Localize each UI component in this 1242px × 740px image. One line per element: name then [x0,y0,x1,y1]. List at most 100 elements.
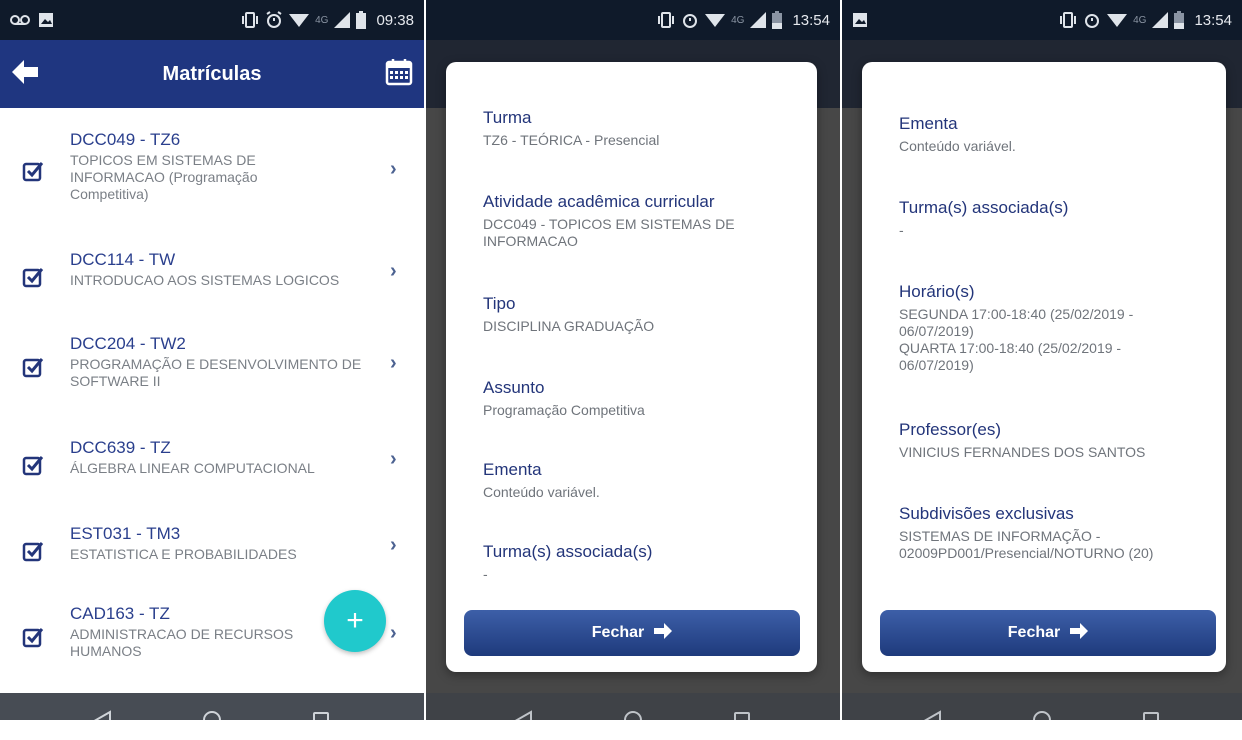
field-label: Turma(s) associada(s) [899,198,1069,217]
field-label: Turma(s) associada(s) [483,542,653,561]
phone-screen-details-1: 4G 13:54 Turma TZ6 - TEÓRICA - Presencia… [426,0,840,720]
course-description: ADMINISTRACAO DE RECURSOS HUMANOS [70,626,294,659]
field-value: DCC049 - TOPICOS EM SISTEMAS DE INFORMAC… [483,216,735,249]
list-item[interactable]: DCC114 - TW INTRODUCAO AOS SISTEMAS LOGI… [0,250,424,300]
arrow-right-icon [1070,622,1089,644]
field-turmas-associadas: Turma(s) associada(s) - [899,198,1199,239]
alarm-icon [681,11,699,29]
field-value: TZ6 - TEÓRICA - Presencial [483,132,660,148]
details-dialog: Turma TZ6 - TEÓRICA - Presencial Ativida… [446,62,817,672]
field-professores: Professor(es) VINICIUS FERNANDES DOS SAN… [899,420,1199,461]
close-button-label: Fechar [591,624,645,641]
close-button[interactable]: Fechar [464,610,800,656]
field-value: - [899,222,904,238]
system-navigation-bar [0,693,424,720]
field-turma: Turma TZ6 - TEÓRICA - Presencial [483,108,783,149]
vibrate-icon [657,11,675,29]
network-type-label: 4G [731,14,745,26]
arrow-right-icon [654,622,673,644]
clock: 09:38 [376,11,414,29]
app-bar: Matrículas [0,40,424,108]
chevron-right-icon: › [390,622,397,644]
nav-home-icon[interactable] [202,710,222,720]
list-item[interactable]: EST031 - TM3 ESTATISTICA E PROBABILIDADE… [0,524,424,574]
field-value: VINICIUS FERNANDES DOS SANTOS [899,444,1146,460]
phone-screen-enrollments: 4G 09:38 Matrículas DCC049 - TZ6 TOPICOS… [0,0,424,720]
field-subdivisoes: Subdivisões exclusivas SISTEMAS DE INFOR… [899,504,1199,562]
field-ementa: Ementa Conteúdo variável. [899,114,1199,155]
field-value: Conteúdo variável. [899,138,1016,154]
add-enrollment-button[interactable]: + [324,590,386,652]
nav-recents-icon[interactable] [312,711,330,720]
arrow-left-icon [12,59,38,89]
list-item[interactable]: DCC204 - TW2 PROGRAMAÇÃO E DESENVOLVIMEN… [0,334,424,394]
course-code: DCC639 - TZ [70,438,171,457]
nav-back-icon[interactable] [515,709,533,720]
nav-recents-icon[interactable] [1142,711,1160,720]
field-label: Subdivisões exclusivas [899,504,1074,523]
field-label: Ementa [483,460,542,479]
chevron-right-icon: › [390,352,397,374]
voicemail-icon [10,11,30,29]
signal-icon [334,11,351,29]
field-value: SEGUNDA 17:00-18:40 (25/02/2019 - 06/07/… [899,306,1134,339]
checkbox-checked-icon [22,454,46,478]
field-ementa: Ementa Conteúdo variável. [483,460,783,501]
field-turmas-associadas: Turma(s) associada(s) - [483,542,783,583]
nav-back-icon[interactable] [924,709,942,720]
calendar-icon [385,58,413,91]
alarm-icon [1083,11,1101,29]
field-value-secondary: QUARTA 17:00-18:40 (25/02/2019 - 06/07/2… [899,340,1122,373]
battery-icon [356,11,367,29]
field-value: Conteúdo variável. [483,484,600,500]
nav-home-icon[interactable] [1032,710,1052,720]
image-icon [852,11,868,29]
image-icon [38,11,54,29]
network-type-label: 4G [315,14,329,26]
vibrate-icon [241,11,259,29]
checkbox-checked-icon [22,160,46,184]
wifi-icon [1107,11,1128,29]
course-code: EST031 - TM3 [70,524,181,543]
nav-back-icon[interactable] [94,709,112,720]
field-label: Horário(s) [899,282,975,301]
field-label: Assunto [483,378,545,397]
course-description: ESTATISTICA E PROBABILIDADES [70,546,297,562]
checkbox-checked-icon [22,626,46,650]
course-code: DCC204 - TW2 [70,334,186,353]
signal-icon [1152,11,1169,29]
system-navigation-bar [842,693,1242,720]
course-description: TOPICOS EM SISTEMAS DE INFORMACAO (Progr… [70,152,258,202]
field-label: Atividade acadêmica curricular [483,192,715,211]
field-value: Programação Competitiva [483,402,645,418]
list-item[interactable]: DCC049 - TZ6 TOPICOS EM SISTEMAS DE INFO… [0,130,424,210]
back-button[interactable] [0,59,50,89]
wifi-icon [705,11,726,29]
nav-recents-icon[interactable] [733,711,751,720]
phone-screen-details-2: 4G 13:54 Ementa Conteúdo variável. Turma… [842,0,1242,720]
plus-icon: + [346,604,364,637]
status-bar: 4G 13:54 [842,0,1242,40]
system-navigation-bar [426,693,840,720]
checkbox-checked-icon [22,356,46,380]
chevron-right-icon: › [390,448,397,470]
field-value: - [483,566,488,582]
calendar-button[interactable] [374,58,424,91]
signal-icon [750,11,767,29]
course-description: ÁLGEBRA LINEAR COMPUTACIONAL [70,460,315,476]
field-label: Turma [483,108,532,127]
list-item[interactable]: DCC639 - TZ ÁLGEBRA LINEAR COMPUTACIONAL… [0,438,424,488]
field-tipo: Tipo DISCIPLINA GRADUAÇÃO [483,294,783,335]
close-button-label: Fechar [1007,624,1061,641]
course-code: DCC114 - TW [70,250,176,269]
chevron-right-icon: › [390,158,397,180]
network-type-label: 4G [1133,14,1147,26]
battery-icon [1174,11,1185,29]
page-title: Matrículas [162,62,262,85]
course-description: PROGRAMAÇÃO E DESENVOLVIMENTO DE SOFTWAR… [70,356,362,389]
close-button[interactable]: Fechar [880,610,1216,656]
field-horarios: Horário(s) SEGUNDA 17:00-18:40 (25/02/20… [899,282,1199,374]
chevron-right-icon: › [390,534,397,556]
nav-home-icon[interactable] [623,710,643,720]
wifi-icon [289,11,310,29]
